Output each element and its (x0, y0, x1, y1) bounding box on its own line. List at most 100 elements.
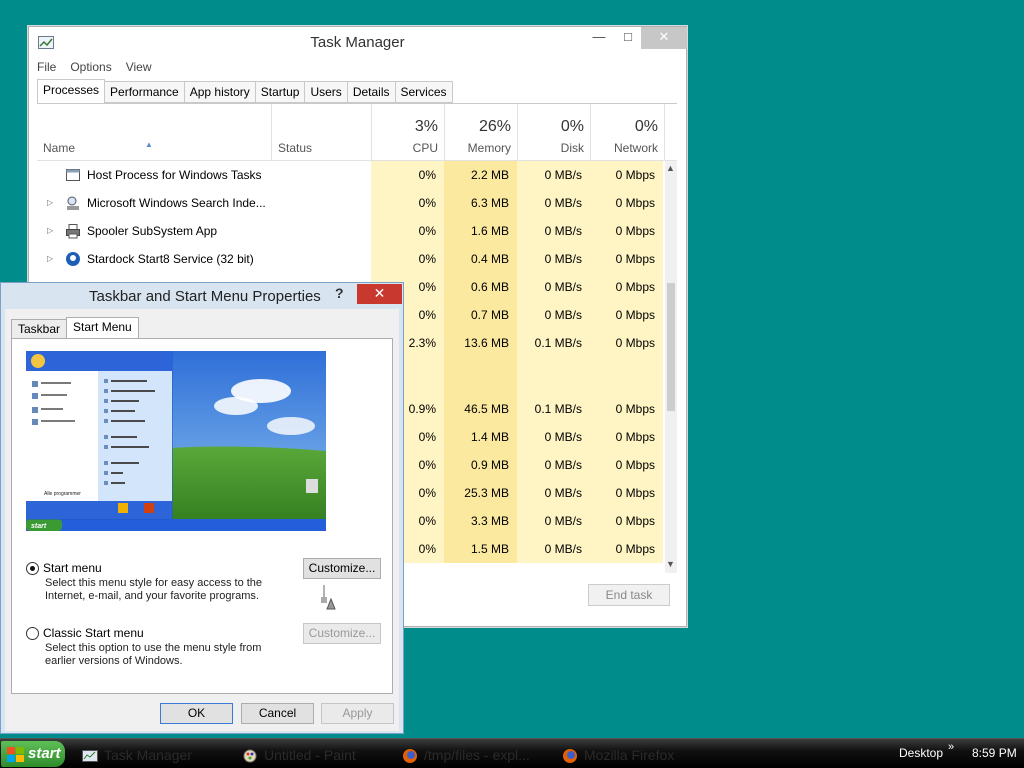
cpu-cell: 0% (371, 245, 444, 273)
disk-cell: 0 MB/s (517, 451, 590, 479)
desktop-toolbar[interactable]: Desktop (899, 746, 943, 760)
scroll-down-icon[interactable]: ▼ (666, 559, 675, 569)
disk-cell: 0 MB/s (517, 217, 590, 245)
network-cell: 0 Mbps (590, 161, 663, 189)
memory-cell: 46.5 MB (444, 395, 517, 423)
header-network[interactable]: 0% Network (590, 104, 665, 161)
memory-cell: 25.3 MB (444, 479, 517, 507)
classic-start-menu-description: Select this option to use the menu style… (45, 642, 262, 667)
expand-chevron-icon[interactable]: ▷ (47, 226, 53, 235)
table-row[interactable]: ▷ Stardock Start8 Service (32 bit) 0% 0.4 M… (37, 245, 665, 273)
scroll-up-icon[interactable]: ▲ (666, 163, 675, 173)
taskbar-item-task-manager[interactable]: Task Manager (82, 743, 192, 767)
disk-cell: 0 MB/s (517, 423, 590, 451)
table-row[interactable]: ▷ Microsoft Windows Search Inde... 0% 6.3 M… (37, 189, 665, 217)
start-menu-page: Alle programmer start Start menu Select … (11, 338, 393, 694)
header-disk[interactable]: 0% Disk (517, 104, 590, 161)
memory-cell: 0.6 MB (444, 273, 517, 301)
start-menu-option[interactable]: Start menu (26, 561, 102, 575)
printer-icon (65, 223, 81, 239)
process-name: Stardock Start8 Service (32 bit) (87, 252, 254, 266)
memory-cell: 1.4 MB (444, 423, 517, 451)
vertical-scrollbar[interactable]: ▲ ▼ (665, 161, 677, 573)
table-row[interactable]: ▷ Spooler SubSystem App 0% 1.6 MB 0 MB/s 0 Mb… (37, 217, 665, 245)
header-status-label: Status (278, 141, 313, 155)
tab-performance[interactable]: Performance (105, 81, 185, 103)
disk-cell: 0 MB/s (517, 189, 590, 217)
start-menu-description: Select this menu style for easy access t… (45, 577, 263, 602)
apply-button[interactable]: Apply (321, 703, 394, 724)
expand-chevron-icon[interactable]: ▷ (47, 198, 53, 207)
header-name-label: Name (43, 141, 76, 155)
tab-startup[interactable]: Startup (255, 81, 306, 103)
tab-services[interactable]: Services (395, 81, 453, 103)
end-task-button[interactable]: End task (588, 584, 670, 606)
minimize-button[interactable]: — (584, 27, 614, 49)
dialog-close-button[interactable]: ✕ (357, 284, 402, 304)
header-status[interactable]: Status (271, 104, 371, 161)
network-cell: 0 Mbps (590, 423, 663, 451)
start-menu-radio[interactable] (26, 561, 39, 575)
network-cell: 0 Mbps (590, 507, 663, 535)
network-cell: 0 Mbps (590, 329, 663, 357)
disk-cell: 0 MB/s (517, 507, 590, 535)
taskbar-item-label: /tmp/files - expl... (424, 747, 530, 763)
scroll-thumb[interactable] (667, 283, 675, 411)
disk-cell: 0 MB/s (517, 161, 590, 189)
tab-app-history[interactable]: App history (184, 81, 256, 103)
help-button[interactable]: ? (335, 285, 344, 301)
memory-cell (444, 357, 517, 395)
tab-start-menu[interactable]: Start Menu (66, 317, 139, 339)
stardock-icon (65, 251, 81, 267)
menu-file[interactable]: File (37, 60, 56, 74)
disk-total: 0% (560, 118, 584, 135)
expand-chevron-icon[interactable]: ▷ (47, 254, 53, 263)
disk-cell: 0.1 MB/s (517, 395, 590, 423)
start-menu-preview-icon (316, 583, 338, 611)
tab-strip: Processes Performance App history Startu… (37, 79, 453, 103)
dialog-title: Taskbar and Start Menu Properties (89, 288, 321, 305)
customize-classic-menu-button[interactable]: Customize... (303, 623, 381, 644)
maximize-button[interactable]: □ (613, 27, 643, 49)
title-bar[interactable]: Task Manager — □ ✕ (29, 27, 687, 57)
task-manager-icon (82, 747, 98, 763)
tab-users[interactable]: Users (305, 81, 348, 103)
menu-view[interactable]: View (126, 60, 152, 74)
start-button[interactable]: start (1, 741, 65, 767)
close-button[interactable]: ✕ (641, 27, 687, 49)
disk-cell (517, 357, 590, 395)
taskbar-item-firefox[interactable]: Mozilla Firefox (562, 743, 674, 767)
taskbar-item-paint[interactable]: Untitled - Paint (242, 743, 356, 767)
start-label: start (28, 745, 61, 762)
memory-cell: 0.4 MB (444, 245, 517, 273)
start-menu-preview: Alle programmer start (26, 351, 326, 531)
memory-cell: 3.3 MB (444, 507, 517, 535)
menu-options[interactable]: Options (70, 60, 111, 74)
process-name: Microsoft Windows Search Inde... (87, 196, 266, 210)
dialog-title-bar[interactable]: Taskbar and Start Menu Properties ? ✕ (1, 283, 403, 309)
ok-button[interactable]: OK (160, 703, 233, 724)
memory-cell: 0.9 MB (444, 451, 517, 479)
cancel-button[interactable]: Cancel (241, 703, 314, 724)
customize-start-menu-button[interactable]: Customize... (303, 558, 381, 579)
tab-taskbar[interactable]: Taskbar (11, 319, 68, 339)
classic-start-menu-option[interactable]: Classic Start menu (26, 626, 144, 640)
taskbar-item-label: Untitled - Paint (264, 747, 356, 763)
taskbar-properties-dialog[interactable]: Taskbar and Start Menu Properties ? ✕ Ta… (0, 282, 404, 734)
tab-details[interactable]: Details (347, 81, 396, 103)
network-cell: 0 Mbps (590, 451, 663, 479)
header-name[interactable]: ▲ Name (37, 104, 271, 161)
cpu-cell: 0% (371, 161, 444, 189)
taskbar-item-files[interactable]: /tmp/files - expl... (402, 743, 530, 767)
taskbar-item-label: Mozilla Firefox (584, 747, 675, 763)
clock[interactable]: 8:59 PM (972, 746, 1017, 760)
tab-processes[interactable]: Processes (37, 79, 106, 103)
classic-start-menu-radio[interactable] (26, 626, 39, 640)
chevron-icon[interactable]: » (948, 741, 954, 753)
memory-cell: 1.6 MB (444, 217, 517, 245)
disk-cell: 0 MB/s (517, 273, 590, 301)
header-memory[interactable]: 26% Memory (444, 104, 517, 161)
table-row[interactable]: Host Process for Windows Tasks 0% 2.2 MB 0 … (37, 161, 665, 189)
dialog-body: Taskbar Start Menu Alle programmer start… (5, 309, 399, 731)
header-cpu[interactable]: 3% CPU (371, 104, 444, 161)
